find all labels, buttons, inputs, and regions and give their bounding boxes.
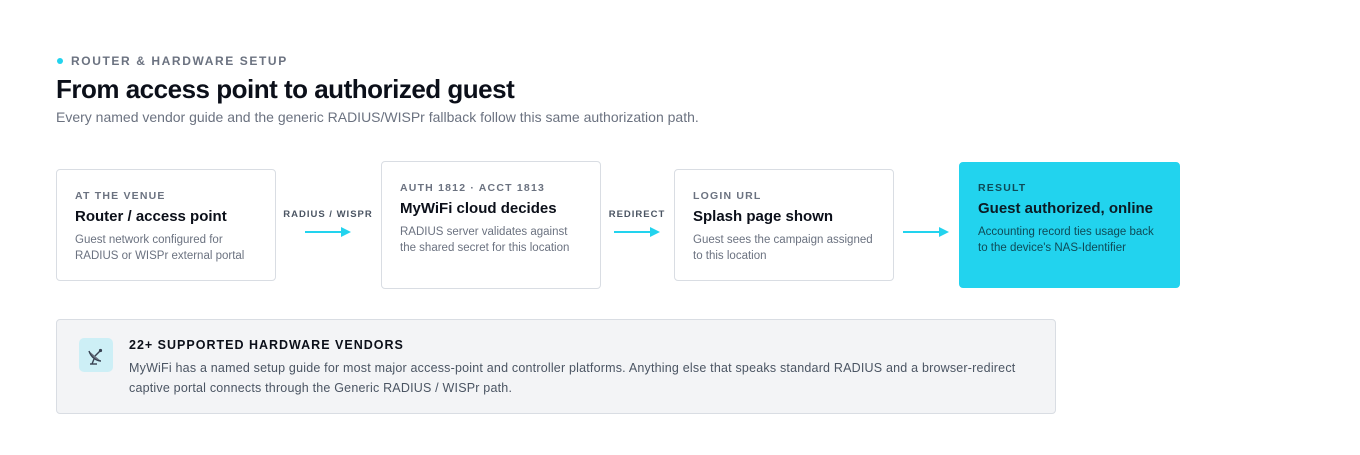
section-eyebrow: ROUTER & HARDWARE SETUP — [57, 54, 288, 68]
step-kicker: RESULT — [978, 182, 1027, 194]
step-detail: Guest network configured for RADIUS or W… — [75, 234, 245, 262]
step-kicker: AT THE VENUE — [75, 190, 166, 202]
step-heading: MyWiFi cloud decides — [400, 200, 557, 217]
step-heading: Guest authorized, online — [978, 200, 1154, 217]
step-kicker: AUTH 1812 · ACCT 1813 — [400, 182, 546, 194]
step-card-splash: LOGIN URL Splash page shown Guest sees t… — [674, 169, 894, 281]
connector-label: RADIUS / WISPR — [283, 209, 373, 220]
connector-authorized — [896, 209, 956, 239]
page-title: From access point to authorized guest — [56, 74, 515, 104]
step-card-result: RESULT Guest authorized, online Accounti… — [959, 162, 1180, 288]
vendors-description: MyWiFi has a named setup guide for most … — [129, 361, 1016, 395]
connector-label: REDIRECT — [608, 209, 666, 220]
step-detail: RADIUS server validates against the shar… — [400, 226, 570, 254]
satellite-dish-icon — [79, 338, 113, 372]
arrow-right-icon — [305, 227, 351, 237]
connector-radius-wispr: RADIUS / WISPR — [280, 209, 376, 239]
step-card-cloud: AUTH 1812 · ACCT 1813 MyWiFi cloud decid… — [381, 161, 601, 289]
vendors-panel: 22+ SUPPORTED HARDWARE VENDORS MyWiFi ha… — [56, 319, 1056, 414]
connector-redirect: REDIRECT — [601, 209, 673, 239]
page-subtitle: Every named vendor guide and the generic… — [56, 109, 699, 125]
arrow-right-icon — [903, 227, 949, 237]
step-heading: Splash page shown — [693, 208, 834, 225]
step-detail: Guest sees the campaign assigned to this… — [693, 234, 873, 262]
arrow-right-icon — [614, 227, 660, 237]
vendors-title: 22+ SUPPORTED HARDWARE VENDORS — [129, 338, 404, 352]
step-kicker: LOGIN URL — [693, 190, 762, 202]
step-card-router: AT THE VENUE Router / access point Guest… — [56, 169, 276, 281]
accent-dot — [57, 58, 63, 64]
step-heading: Router / access point — [75, 208, 227, 225]
step-detail: Accounting record ties usage back to the… — [978, 226, 1154, 254]
eyebrow-label: ROUTER & HARDWARE SETUP — [71, 54, 288, 68]
